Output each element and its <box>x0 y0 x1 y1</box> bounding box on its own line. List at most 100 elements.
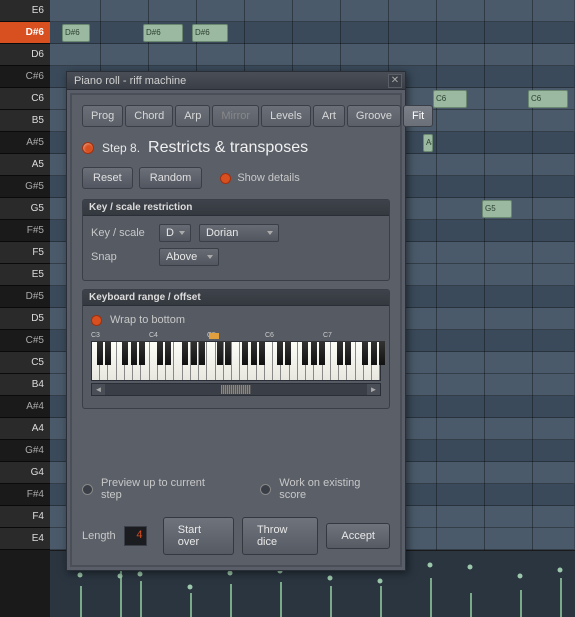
note-block[interactable]: A#5 <box>423 134 433 152</box>
key-label[interactable]: E4 <box>0 528 50 550</box>
mini-white-key[interactable] <box>108 342 116 380</box>
tab-art[interactable]: Art <box>313 105 345 127</box>
mini-white-key[interactable] <box>347 342 355 380</box>
key-label[interactable]: E5 <box>0 264 50 286</box>
note-block[interactable]: C6 <box>528 90 568 108</box>
key-label[interactable]: G5 <box>0 198 50 220</box>
key-label[interactable]: F5 <box>0 242 50 264</box>
key-label[interactable]: E6 <box>0 0 50 22</box>
mini-white-key[interactable] <box>141 342 149 380</box>
note-block[interactable]: D#6 <box>192 24 228 42</box>
accept-button[interactable]: Accept <box>326 523 390 549</box>
grid-row[interactable] <box>50 44 575 66</box>
mini-white-key[interactable] <box>240 342 248 380</box>
mini-white-key[interactable] <box>356 342 364 380</box>
mini-white-key[interactable] <box>207 342 215 380</box>
tab-prog[interactable]: Prog <box>82 105 123 127</box>
work-existing-radio[interactable] <box>260 484 271 495</box>
grid-row[interactable] <box>50 22 575 44</box>
key-dropdown[interactable]: D <box>159 224 191 242</box>
key-label[interactable]: B4 <box>0 374 50 396</box>
key-label[interactable]: F4 <box>0 506 50 528</box>
mini-white-key[interactable] <box>125 342 133 380</box>
throw-dice-button[interactable]: Throw dice <box>242 517 318 555</box>
key-label[interactable]: C#6 <box>0 66 50 88</box>
mini-white-key[interactable] <box>265 342 273 380</box>
mini-white-key[interactable] <box>174 342 182 380</box>
mini-white-key[interactable] <box>199 342 207 380</box>
mini-keyboard[interactable]: C3C4C5C6C7 ◄ ► <box>91 332 381 396</box>
mini-white-key[interactable] <box>339 342 347 380</box>
mini-white-key[interactable] <box>273 342 281 380</box>
mini-white-key[interactable] <box>232 342 240 380</box>
key-label[interactable]: C#5 <box>0 330 50 352</box>
random-button[interactable]: Random <box>139 167 203 189</box>
key-label[interactable]: D#6 <box>0 22 50 44</box>
length-input[interactable]: 4 <box>124 526 147 546</box>
scale-dropdown[interactable]: Dorian <box>199 224 279 242</box>
tab-chord[interactable]: Chord <box>125 105 173 127</box>
mini-white-key[interactable] <box>298 342 306 380</box>
tab-fit[interactable]: Fit <box>403 105 433 127</box>
mini-white-key[interactable] <box>183 342 191 380</box>
snap-dropdown[interactable]: Above <box>159 248 219 266</box>
dialog-body: ProgChordArpMirrorLevelsArtGrooveFit Ste… <box>70 93 402 567</box>
mini-white-key[interactable] <box>281 342 289 380</box>
key-label[interactable]: G#4 <box>0 440 50 462</box>
key-label[interactable]: A5 <box>0 154 50 176</box>
key-label[interactable]: D6 <box>0 44 50 66</box>
key-label[interactable]: B5 <box>0 110 50 132</box>
note-block[interactable]: D#6 <box>62 24 90 42</box>
tab-levels[interactable]: Levels <box>261 105 311 127</box>
mini-white-key[interactable] <box>248 342 256 380</box>
keyboard-scrollbar[interactable]: ◄ ► <box>91 383 381 396</box>
key-label[interactable]: G4 <box>0 462 50 484</box>
close-icon[interactable]: ✕ <box>388 74 402 88</box>
key-label[interactable]: A#4 <box>0 396 50 418</box>
note-block[interactable]: C6 <box>433 90 467 108</box>
key-label[interactable]: F#4 <box>0 484 50 506</box>
mini-white-key[interactable] <box>216 342 224 380</box>
grid-row[interactable] <box>50 0 575 22</box>
scroll-thumb[interactable] <box>221 385 251 394</box>
mini-white-key[interactable] <box>191 342 199 380</box>
key-label[interactable]: D#5 <box>0 286 50 308</box>
key-label[interactable]: C6 <box>0 88 50 110</box>
preview-radio[interactable] <box>82 484 93 495</box>
wrap-bottom-radio[interactable] <box>91 315 102 326</box>
mini-white-key[interactable] <box>306 342 314 380</box>
mini-white-key[interactable] <box>158 342 166 380</box>
tab-groove[interactable]: Groove <box>347 105 401 127</box>
mini-white-key[interactable] <box>257 342 265 380</box>
scroll-right-icon[interactable]: ► <box>367 384 380 395</box>
tab-mirror[interactable]: Mirror <box>212 105 259 127</box>
scroll-left-icon[interactable]: ◄ <box>92 384 105 395</box>
note-block[interactable]: G5 <box>482 200 512 218</box>
mini-white-key[interactable] <box>92 342 100 380</box>
key-label[interactable]: F#5 <box>0 220 50 242</box>
mini-white-key[interactable] <box>166 342 174 380</box>
key-label[interactable]: A4 <box>0 418 50 440</box>
key-label[interactable]: D5 <box>0 308 50 330</box>
key-label[interactable]: G#5 <box>0 176 50 198</box>
mini-white-key[interactable] <box>331 342 339 380</box>
tab-arp[interactable]: Arp <box>175 105 210 127</box>
mini-white-key[interactable] <box>100 342 108 380</box>
mini-white-key[interactable] <box>372 342 380 380</box>
mini-white-key[interactable] <box>364 342 372 380</box>
note-block[interactable]: D#6 <box>143 24 183 42</box>
preview-label: Preview up to current step <box>101 477 228 501</box>
key-label[interactable]: A#5 <box>0 132 50 154</box>
key-label[interactable]: C5 <box>0 352 50 374</box>
dialog-titlebar[interactable]: Piano roll - riff machine ✕ <box>67 72 405 90</box>
mini-white-key[interactable] <box>290 342 298 380</box>
show-details-radio[interactable] <box>220 173 231 184</box>
mini-white-key[interactable] <box>323 342 331 380</box>
mini-white-key[interactable] <box>117 342 125 380</box>
mini-white-key[interactable] <box>150 342 158 380</box>
mini-white-key[interactable] <box>133 342 141 380</box>
mini-white-key[interactable] <box>314 342 322 380</box>
reset-button[interactable]: Reset <box>82 167 133 189</box>
start-over-button[interactable]: Start over <box>163 517 234 555</box>
mini-white-key[interactable] <box>224 342 232 380</box>
